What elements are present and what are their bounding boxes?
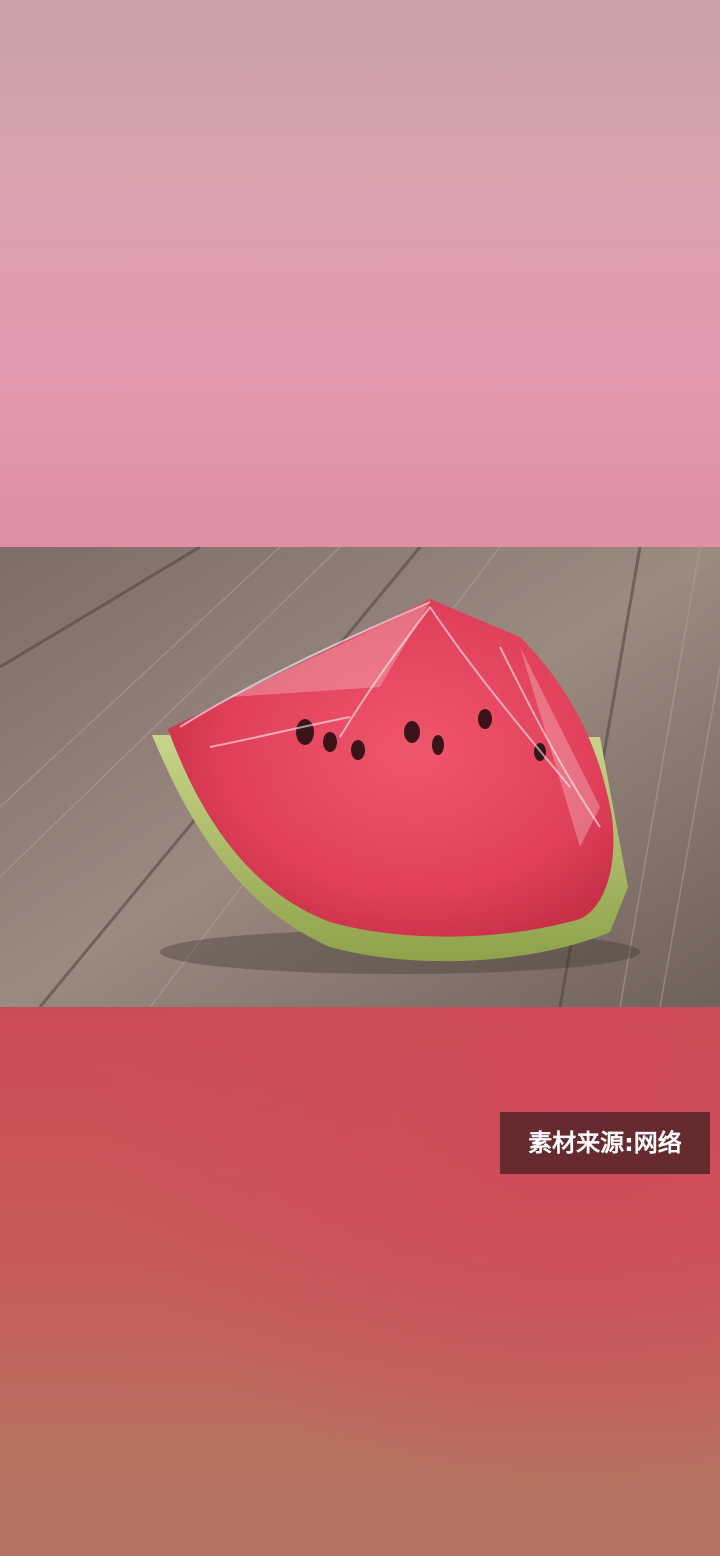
blurred-background-bottom: [0, 1007, 720, 1556]
video-frame: 素材来源:网络: [0, 0, 720, 1556]
source-watermark: 素材来源:网络: [500, 1112, 710, 1174]
watermelon-photo: [0, 547, 720, 1007]
blurred-background-top: [0, 0, 720, 547]
